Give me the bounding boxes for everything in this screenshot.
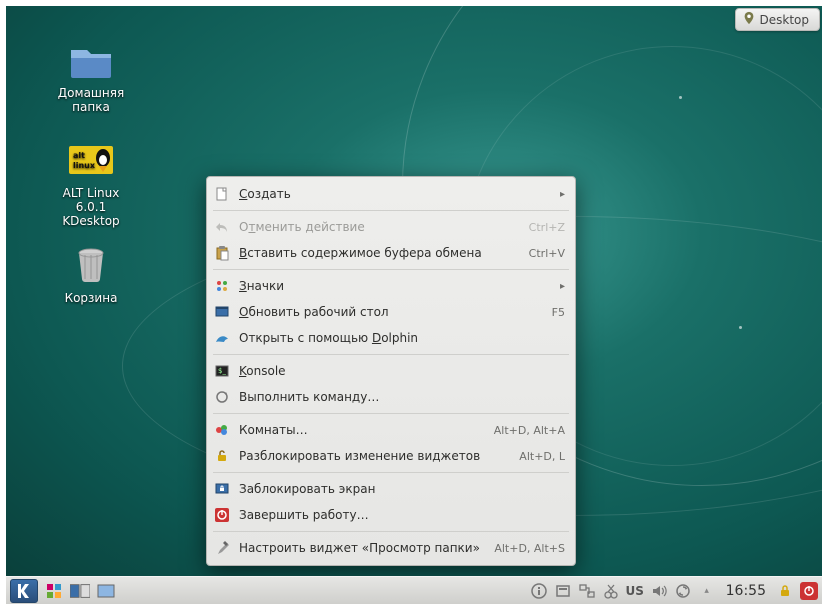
menu-item-label: Настроить виджет «Просмотр папки» xyxy=(239,541,484,555)
menu-separator xyxy=(213,210,569,211)
keyboard-layout-indicator[interactable]: US xyxy=(626,582,644,600)
updater-tray-icon[interactable] xyxy=(674,582,692,600)
menu-item-label: Открыть с помощью Dolphin xyxy=(239,331,565,345)
run-icon xyxy=(213,388,231,406)
activity-switcher-button[interactable] xyxy=(44,581,64,601)
menu-item-shutdown[interactable]: Завершить работу… xyxy=(207,502,575,528)
panel-shutdown-button[interactable] xyxy=(800,582,818,600)
network-tray-icon[interactable] xyxy=(578,582,596,600)
menu-item-shortcut: Alt+D, Alt+A xyxy=(494,424,565,437)
lockscr-icon xyxy=(213,480,231,498)
menu-item-config[interactable]: Настроить виджет «Просмотр папки» Alt+D, … xyxy=(207,535,575,561)
menu-item-lockscr[interactable]: Заблокировать экран xyxy=(207,476,575,502)
menu-item-label: Комнаты… xyxy=(239,423,484,437)
undo-icon xyxy=(213,218,231,236)
menu-item-shortcut: F5 xyxy=(552,306,565,319)
tray-expand-icon[interactable]: ▴ xyxy=(698,582,716,600)
menu-item-shortcut: Alt+D, Alt+S xyxy=(494,542,565,555)
show-desktop-button[interactable] xyxy=(96,581,116,601)
device-tray-icon[interactable] xyxy=(554,582,572,600)
menu-item-shortcut: Alt+D, L xyxy=(519,450,565,463)
refresh-icon xyxy=(213,303,231,321)
menu-separator xyxy=(213,472,569,473)
trash-icon xyxy=(67,241,115,289)
wallpaper-decor xyxy=(679,96,682,99)
desktop[interactable]: Desktop Домашняяпапка alt linux ALT Linu… xyxy=(6,6,822,576)
svg-text:linux: linux xyxy=(73,161,96,170)
system-tray: US ▴ 16:55 xyxy=(530,582,822,600)
menu-separator xyxy=(213,413,569,414)
volume-tray-icon[interactable] xyxy=(650,582,668,600)
unlock-icon xyxy=(213,447,231,465)
menu-item-rooms[interactable]: Комнаты… Alt+D, Alt+A xyxy=(207,417,575,443)
config-icon xyxy=(213,539,231,557)
menu-item-label: Значки xyxy=(239,279,552,293)
menu-item-shortcut: Ctrl+Z xyxy=(529,221,565,234)
menu-separator xyxy=(213,269,569,270)
desktop-toolbox[interactable]: Desktop xyxy=(735,8,821,31)
menu-item-shortcut: Ctrl+V xyxy=(529,247,565,260)
wallpaper-decor xyxy=(739,326,742,329)
menu-item-label: Отменить действие xyxy=(239,220,519,234)
desktop-icon-label: Корзина xyxy=(46,291,136,305)
menu-item-dolphin[interactable]: Открыть с помощью Dolphin xyxy=(207,325,575,351)
screen: Desktop Домашняяпапка alt linux ALT Linu… xyxy=(0,0,828,610)
menu-item-undo: Отменить действие Ctrl+Z xyxy=(207,214,575,240)
menu-item-label: Заблокировать экран xyxy=(239,482,565,496)
menu-item-konsole[interactable]: $_ Konsole xyxy=(207,358,575,384)
menu-item-iconsset[interactable]: Значки ▸ xyxy=(207,273,575,299)
menu-separator xyxy=(213,531,569,532)
submenu-arrow-icon: ▸ xyxy=(560,189,565,200)
desktop-toolbox-label: Desktop xyxy=(760,13,810,27)
desktop-context-menu: Создать ▸ Отменить действие Ctrl+Z Вставить … xyxy=(206,176,576,566)
menu-item-label: Создать xyxy=(239,187,552,201)
submenu-arrow-icon: ▸ xyxy=(560,281,565,292)
desktop-icon-home[interactable]: Домашняяпапка xyxy=(46,36,136,114)
menu-item-create[interactable]: Создать ▸ xyxy=(207,181,575,207)
desktop-icon-label: Домашняяпапка xyxy=(46,86,136,114)
desktop-icon-label: ALT Linux 6.0.1KDesktop xyxy=(46,186,136,228)
panel-lock-button[interactable] xyxy=(776,582,794,600)
menu-item-label: Разблокировать изменение виджетов xyxy=(239,449,509,463)
panel-clock[interactable]: 16:55 xyxy=(722,583,770,599)
menu-item-label: Вставить содержимое буфера обмена xyxy=(239,246,519,260)
rooms-icon xyxy=(213,421,231,439)
menu-item-run[interactable]: Выполнить команду… xyxy=(207,384,575,410)
menu-item-refresh[interactable]: Обновить рабочий стол F5 xyxy=(207,299,575,325)
svg-text:alt: alt xyxy=(73,151,85,160)
paste-icon xyxy=(213,244,231,262)
alt-linux-icon: alt linux xyxy=(67,136,115,184)
konsole-icon: $_ xyxy=(213,362,231,380)
desktop-icon-altlinux[interactable]: alt linux ALT Linux 6.0.1KDesktop xyxy=(46,136,136,228)
pager-button[interactable] xyxy=(70,581,90,601)
menu-item-label: Обновить рабочий стол xyxy=(239,305,542,319)
new-icon xyxy=(213,185,231,203)
menu-item-label: Выполнить команду… xyxy=(239,390,565,404)
taskbar-panel: US ▴ 16:55 xyxy=(6,576,822,604)
svg-text:$_: $_ xyxy=(218,367,226,375)
cashew-icon xyxy=(742,11,756,28)
power-icon xyxy=(213,506,231,524)
desktop-icon-trash[interactable]: Корзина xyxy=(46,241,136,305)
menu-item-unlockw[interactable]: Разблокировать изменение виджетов Alt+D, … xyxy=(207,443,575,469)
dolphin-icon xyxy=(213,329,231,347)
menu-item-paste[interactable]: Вставить содержимое буфера обмена Ctrl+V xyxy=(207,240,575,266)
icons-icon xyxy=(213,277,231,295)
menu-item-label: Завершить работу… xyxy=(239,508,565,522)
folder-home-icon xyxy=(67,36,115,84)
menu-separator xyxy=(213,354,569,355)
klipper-tray-icon[interactable] xyxy=(602,582,620,600)
menu-item-label: Konsole xyxy=(239,364,565,378)
kmenu-button[interactable] xyxy=(10,579,38,603)
info-tray-icon[interactable] xyxy=(530,582,548,600)
